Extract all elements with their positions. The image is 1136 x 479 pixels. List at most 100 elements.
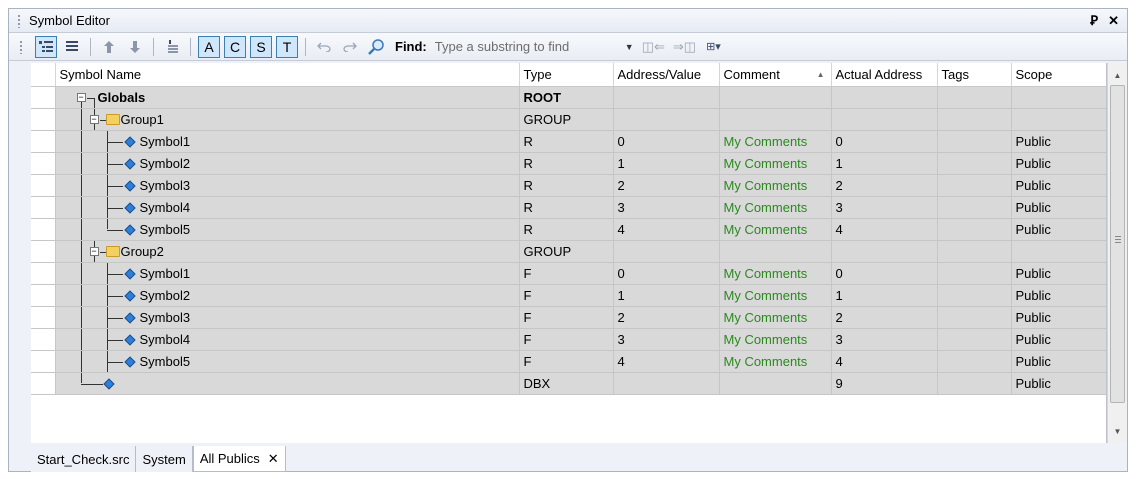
filter-s-button[interactable]: S <box>250 35 272 58</box>
tags-cell[interactable] <box>937 86 1012 109</box>
scope-cell[interactable] <box>1011 240 1106 263</box>
find-previous-icon[interactable]: ◫⇐ <box>642 39 665 55</box>
symbol-name-cell[interactable]: Symbol4 <box>55 328 520 351</box>
row-selector[interactable] <box>31 130 56 153</box>
address-value-cell[interactable]: 0 <box>613 130 720 153</box>
tags-cell[interactable] <box>937 196 1012 219</box>
move-up-icon[interactable] <box>98 36 120 58</box>
drag-grip-icon[interactable] <box>17 13 21 28</box>
address-value-cell[interactable]: 4 <box>613 218 720 241</box>
address-value-cell[interactable]: 4 <box>613 350 720 373</box>
filter-c-button[interactable]: C <box>224 35 246 58</box>
scroll-thumb[interactable] <box>1110 85 1125 403</box>
row-selector[interactable] <box>31 306 56 329</box>
scope-cell[interactable]: Public <box>1011 328 1106 351</box>
undo-icon[interactable] <box>313 36 335 58</box>
redo-icon[interactable] <box>339 36 361 58</box>
column-header-comment[interactable]: Comment ▲ <box>719 63 832 87</box>
row-selector[interactable] <box>31 284 56 307</box>
actual-address-cell[interactable]: 3 <box>831 328 938 351</box>
type-cell[interactable]: R <box>519 152 614 175</box>
find-next-icon[interactable]: ⇒◫ <box>673 39 696 55</box>
actual-address-cell[interactable]: 4 <box>831 350 938 373</box>
column-header-address-value[interactable]: Address/Value <box>613 63 720 87</box>
comment-cell[interactable] <box>719 86 832 109</box>
tags-cell[interactable] <box>937 174 1012 197</box>
symbol-name-cell[interactable]: Symbol4 <box>55 196 520 219</box>
table-row[interactable]: Symbol3 F 2 My Comments 2 Public <box>31 306 1106 329</box>
symbol-name-cell[interactable] <box>55 372 520 395</box>
tags-cell[interactable] <box>937 152 1012 175</box>
comment-cell[interactable]: My Comments <box>719 218 832 241</box>
row-selector[interactable] <box>31 152 56 175</box>
table-row[interactable]: − Group1 GROUP <box>31 108 1106 131</box>
type-cell[interactable]: R <box>519 196 614 219</box>
symbol-name-cell[interactable]: − Group1 <box>55 108 520 131</box>
symbol-name-cell[interactable]: Symbol3 <box>55 174 520 197</box>
tags-cell[interactable] <box>937 350 1012 373</box>
actual-address-cell[interactable]: 0 <box>831 262 938 285</box>
symbol-name-cell[interactable]: Symbol2 <box>55 152 520 175</box>
symbol-name-cell[interactable]: − Globals <box>55 86 520 109</box>
collapse-icon[interactable]: − <box>76 92 86 102</box>
address-value-cell[interactable] <box>613 240 720 263</box>
comment-cell[interactable]: My Comments <box>719 174 832 197</box>
comment-cell[interactable] <box>719 372 832 395</box>
table-row[interactable]: DBX 9 Public <box>31 372 1106 395</box>
type-cell[interactable]: ROOT <box>519 86 614 109</box>
type-cell[interactable]: DBX <box>519 372 614 395</box>
scope-cell[interactable]: Public <box>1011 284 1106 307</box>
close-icon[interactable]: ✕ <box>1108 13 1119 29</box>
symbol-name-cell[interactable]: Symbol3 <box>55 306 520 329</box>
comment-cell[interactable]: My Comments <box>719 262 832 285</box>
table-row[interactable]: Symbol2 R 1 My Comments 1 Public <box>31 152 1106 175</box>
actual-address-cell[interactable]: 9 <box>831 372 938 395</box>
scope-cell[interactable]: Public <box>1011 372 1106 395</box>
comment-cell[interactable]: My Comments <box>719 306 832 329</box>
symbol-name-cell[interactable]: Symbol5 <box>55 218 520 241</box>
filter-t-button[interactable]: T <box>276 35 298 58</box>
table-row[interactable]: Symbol2 F 1 My Comments 1 Public <box>31 284 1106 307</box>
address-value-cell[interactable] <box>613 86 720 109</box>
find-input[interactable] <box>430 36 621 57</box>
scope-cell[interactable]: Public <box>1011 174 1106 197</box>
table-row[interactable]: Symbol4 F 3 My Comments 3 Public <box>31 328 1106 351</box>
scope-cell[interactable]: Public <box>1011 350 1106 373</box>
comment-cell[interactable] <box>719 108 832 131</box>
symbol-name-cell[interactable]: Symbol5 <box>55 350 520 373</box>
pin-icon[interactable]: Ꝑ <box>1090 13 1098 29</box>
type-cell[interactable]: GROUP <box>519 108 614 131</box>
type-cell[interactable]: F <box>519 328 614 351</box>
address-value-cell[interactable]: 1 <box>613 152 720 175</box>
actual-address-cell[interactable]: 1 <box>831 284 938 307</box>
table-row[interactable]: − Globals ROOT <box>31 86 1106 109</box>
table-row[interactable]: − Group2 GROUP <box>31 240 1106 263</box>
tab-system[interactable]: System <box>136 446 193 472</box>
tags-cell[interactable] <box>937 218 1012 241</box>
row-selector[interactable] <box>31 174 56 197</box>
address-value-cell[interactable]: 3 <box>613 328 720 351</box>
insert-row-icon[interactable] <box>161 36 183 58</box>
tab-start-check[interactable]: Start_Check.src <box>31 446 137 472</box>
scope-cell[interactable]: Public <box>1011 152 1106 175</box>
type-cell[interactable]: F <box>519 284 614 307</box>
comment-cell[interactable]: My Comments <box>719 130 832 153</box>
actual-address-cell[interactable] <box>831 240 938 263</box>
type-cell[interactable]: F <box>519 306 614 329</box>
move-down-icon[interactable] <box>124 36 146 58</box>
actual-address-cell[interactable] <box>831 86 938 109</box>
row-selector[interactable] <box>31 372 56 395</box>
tags-cell[interactable] <box>937 306 1012 329</box>
scope-cell[interactable]: Public <box>1011 262 1106 285</box>
address-value-cell[interactable]: 3 <box>613 196 720 219</box>
column-header-scope[interactable]: Scope <box>1011 63 1106 87</box>
symbol-name-cell[interactable]: Symbol1 <box>55 130 520 153</box>
tags-cell[interactable] <box>937 130 1012 153</box>
address-value-cell[interactable]: 1 <box>613 284 720 307</box>
tags-cell[interactable] <box>937 240 1012 263</box>
row-selector[interactable] <box>31 108 56 131</box>
table-row[interactable]: Symbol3 R 2 My Comments 2 Public <box>31 174 1106 197</box>
table-row[interactable]: Symbol5 F 4 My Comments 4 Public <box>31 350 1106 373</box>
symbol-name-cell[interactable]: − Group2 <box>55 240 520 263</box>
row-selector[interactable] <box>31 328 56 351</box>
